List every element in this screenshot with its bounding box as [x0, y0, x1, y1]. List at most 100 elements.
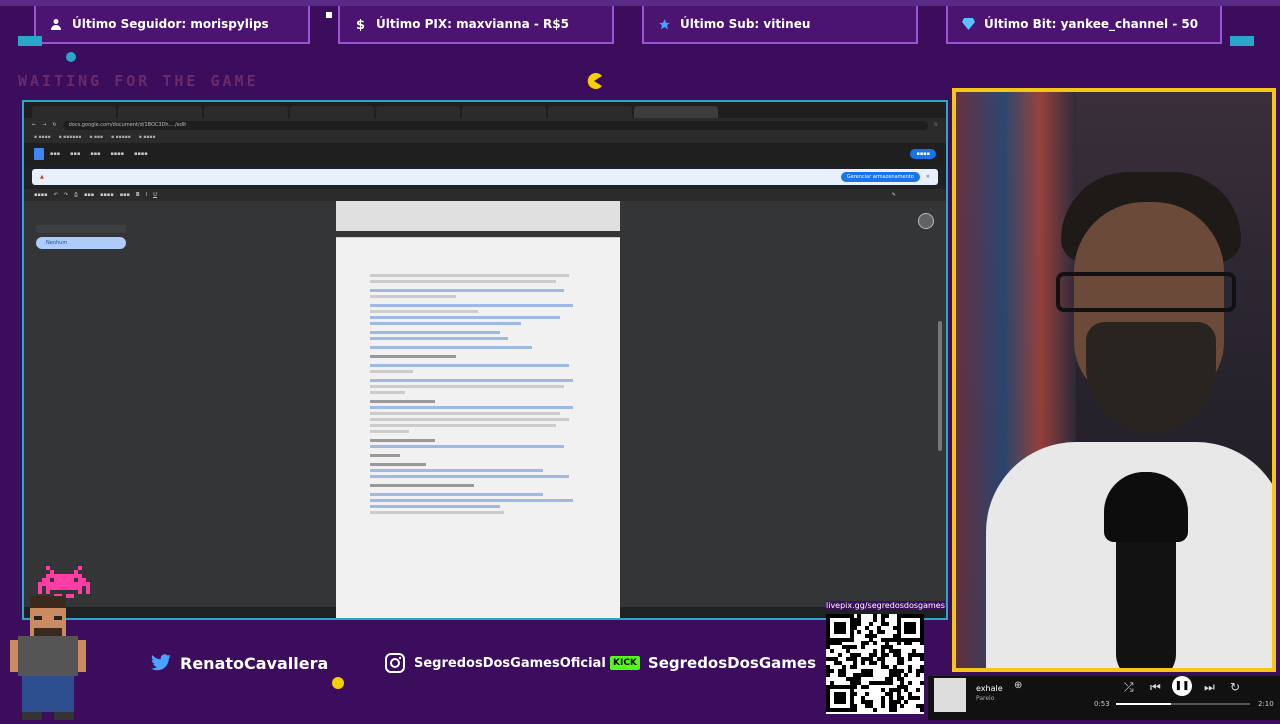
add-icon[interactable]: ⊕: [1014, 680, 1022, 691]
qr-module: [900, 704, 905, 709]
pixel-character: [6, 596, 90, 724]
print-icon[interactable]: ⎙: [74, 192, 78, 198]
qr-module: [884, 653, 889, 658]
alert-dot: [326, 12, 332, 18]
qr-module: [865, 692, 870, 697]
address-bar-row: ← → ↻ docs.google.com/document/d/1BOC3Dh…: [24, 118, 946, 132]
docs-toolbar: ▪▪▪▪ ↶ ↷ ⎙ ▪▪▪ ▪▪▪▪ ▪▪▪ B I U ✎: [24, 189, 946, 201]
bookmark-item[interactable]: ▪ ▪▪▪▪▪▪: [59, 135, 82, 140]
twitter-icon: [150, 652, 172, 674]
streamer-beard: [1086, 322, 1216, 432]
shuffle-icon[interactable]: ⤮: [1124, 680, 1134, 695]
qr-module: [853, 708, 858, 713]
browser-tab[interactable]: [462, 106, 546, 118]
menu-item[interactable]: ▪▪▪: [70, 151, 80, 157]
account-avatar[interactable]: [918, 213, 934, 229]
close-icon[interactable]: ✕: [926, 174, 930, 180]
back-icon[interactable]: ←: [32, 122, 36, 128]
menu-item[interactable]: ▪▪▪: [90, 151, 100, 157]
qr-module: [920, 657, 925, 662]
qr-module: [837, 653, 842, 658]
browser-tab-active[interactable]: [634, 106, 718, 118]
alert-label: Último Seguidor: morispylips: [72, 17, 269, 31]
browser-tab[interactable]: [118, 106, 202, 118]
qr-module: [853, 684, 858, 689]
browser-tab-strip: [24, 102, 946, 118]
qr-label: livepix.gg/segredosdosgames: [826, 601, 945, 610]
qr-module: [908, 680, 913, 685]
next-icon[interactable]: ⏭: [1204, 680, 1215, 695]
zoom-select[interactable]: ▪▪▪: [84, 192, 94, 198]
progress-bar[interactable]: [1116, 703, 1250, 705]
previous-icon[interactable]: ⏮: [1150, 680, 1161, 695]
storage-banner: ▲ Gerenciar armazenamento ✕: [32, 169, 938, 185]
qr-module: [888, 680, 893, 685]
menu-item[interactable]: ▪▪▪▪: [134, 151, 148, 157]
menu-item[interactable]: ▪▪▪: [50, 151, 60, 157]
elapsed-time: 0:53: [1094, 700, 1110, 708]
qr-module: [920, 668, 925, 673]
address-bar[interactable]: docs.google.com/document/d/1BOC3Dh..../e…: [62, 120, 928, 130]
qr-module: [873, 661, 878, 666]
social-twitter[interactable]: RenatoCavallera: [140, 648, 338, 678]
repeat-icon[interactable]: ↻: [1230, 680, 1240, 694]
qr-module: [880, 629, 885, 634]
bold-icon[interactable]: B: [136, 192, 140, 198]
qr-module: [916, 672, 921, 677]
browser-tab[interactable]: [290, 106, 374, 118]
qr-module: [908, 641, 913, 646]
redo-icon[interactable]: ↷: [64, 192, 68, 198]
document-page[interactable]: [336, 237, 620, 618]
qr-module: [892, 708, 897, 713]
vertical-scrollbar[interactable]: [938, 321, 942, 451]
bookmark-item[interactable]: ▪ ▪▪▪: [89, 135, 103, 140]
bookmark-star-icon[interactable]: ☆: [934, 122, 938, 128]
browser-tab[interactable]: [376, 106, 460, 118]
qr-module: [869, 621, 874, 626]
document-outline: Nenhum: [36, 225, 126, 249]
share-button[interactable]: ▪▪▪▪: [910, 149, 936, 159]
menu-item[interactable]: ▪▪▪▪: [111, 151, 125, 157]
browser-tab[interactable]: [548, 106, 632, 118]
reload-icon[interactable]: ↻: [52, 122, 56, 128]
qr-module: [853, 664, 858, 669]
docs-workspace: Nenhum: [24, 201, 946, 618]
qr-module: [861, 661, 866, 666]
italic-icon[interactable]: I: [146, 192, 147, 198]
edit-mode-icon[interactable]: ✎: [892, 192, 896, 198]
browser-tab[interactable]: [204, 106, 288, 118]
alert-last-sub: Último Sub: vitineu: [642, 6, 918, 44]
svg-text:$: $: [356, 18, 365, 31]
pause-button[interactable]: ❚❚: [1172, 676, 1192, 696]
qr-module: [912, 629, 917, 634]
qr-module: [904, 672, 909, 677]
previous-page: [336, 201, 620, 231]
social-instagram[interactable]: SegredosDosGamesOficial: [374, 648, 616, 678]
manage-storage-button[interactable]: Gerenciar armazenamento: [840, 172, 920, 182]
outline-header: [36, 225, 126, 233]
outline-item[interactable]: Nenhum: [36, 237, 126, 249]
forward-icon[interactable]: →: [42, 122, 46, 128]
qr-code[interactable]: [826, 614, 925, 714]
music-player: exhale Parelo ⊕ ⤮ ⏮ ❚❚ ⏭ ↻ 0:53 2:10: [928, 676, 1280, 720]
search-menus-button[interactable]: ▪▪▪▪: [34, 192, 48, 198]
qr-module: [900, 661, 905, 666]
screen-capture: ← → ↻ docs.google.com/document/d/1BOC3Dh…: [22, 100, 948, 620]
qr-module: [841, 700, 846, 705]
bookmark-item[interactable]: ▪ ▪▪▪▪▪: [111, 135, 131, 140]
undo-icon[interactable]: ↶: [54, 192, 58, 198]
style-select[interactable]: ▪▪▪▪: [100, 192, 114, 198]
pacman-icon: [585, 72, 603, 94]
social-kick[interactable]: KICK SegredosDosGames: [600, 648, 826, 678]
twitter-handle: RenatoCavallera: [180, 653, 329, 673]
instagram-icon: [384, 652, 406, 674]
browser-tab[interactable]: [32, 106, 116, 118]
qr-module: [865, 684, 870, 689]
decor-corner: [1230, 36, 1254, 46]
bookmark-item[interactable]: ▪ ▪▪▪▪: [34, 135, 51, 140]
bookmark-item[interactable]: ▪ ▪▪▪▪: [139, 135, 156, 140]
track-artist: Parelo: [976, 695, 995, 702]
underline-icon[interactable]: U: [153, 192, 157, 198]
decor-dot: [66, 52, 76, 62]
font-select[interactable]: ▪▪▪: [120, 192, 130, 198]
